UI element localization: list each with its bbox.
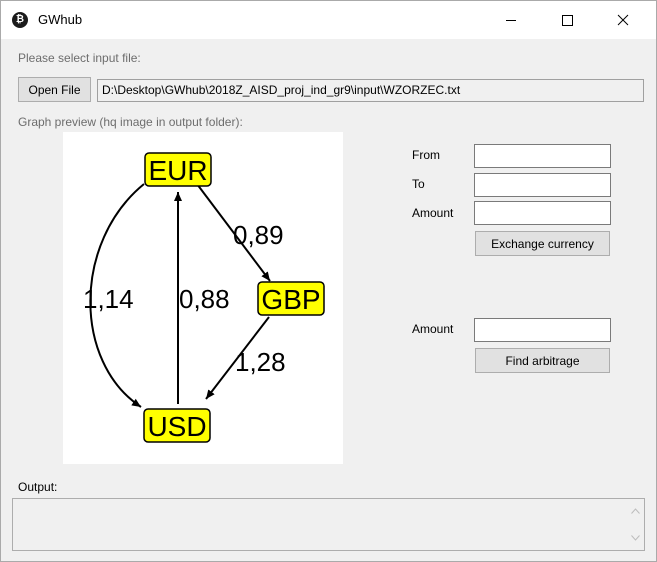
edge-label-usd-eur: 0,88 (179, 284, 230, 314)
output-label: Output: (18, 480, 58, 494)
maximize-button[interactable] (544, 1, 590, 39)
exchange-amount-label: Amount (412, 206, 454, 220)
close-button[interactable] (600, 1, 646, 39)
exchange-currency-button[interactable]: Exchange currency (475, 231, 610, 256)
node-usd-label: USD (147, 411, 206, 442)
window-title: GWhub (38, 12, 83, 27)
chevron-down-icon[interactable] (631, 535, 640, 541)
arbitrage-amount-label: Amount (412, 322, 454, 336)
minimize-button[interactable] (488, 1, 534, 39)
to-field[interactable] (474, 173, 611, 197)
edge-label-eur-usd: 1,14 (83, 284, 134, 314)
node-gbp-label: GBP (261, 284, 320, 315)
exchange-amount-field[interactable] (474, 201, 611, 225)
file-path-field: D:\Desktop\GWhub\2018Z_AISD_proj_ind_gr9… (97, 79, 644, 102)
select-file-label: Please select input file: (18, 51, 141, 65)
from-field[interactable] (474, 144, 611, 168)
graph-preview-label: Graph preview (hq image in output folder… (18, 115, 243, 129)
bitcoin-icon: ₿ (12, 12, 28, 28)
open-file-button[interactable]: Open File (18, 77, 91, 102)
main-window: ₿ GWhub Please select input file: Open F… (0, 0, 657, 562)
edge-label-eur-gbp: 0,89 (233, 220, 284, 250)
title-bar[interactable]: ₿ GWhub (1, 1, 656, 39)
find-arbitrage-button[interactable]: Find arbitrage (475, 348, 610, 373)
graph-preview: EUR GBP USD 0,89 1,14 0,88 1,28 (63, 132, 343, 464)
arbitrage-amount-field[interactable] (474, 318, 611, 342)
close-icon (617, 14, 629, 26)
minimize-icon (506, 20, 516, 21)
from-label: From (412, 148, 440, 162)
output-scrollbar[interactable] (627, 499, 644, 550)
node-eur-label: EUR (148, 155, 207, 186)
edge-label-gbp-usd: 1,28 (235, 347, 286, 377)
maximize-icon (562, 15, 573, 26)
chevron-up-icon[interactable] (631, 508, 640, 514)
to-label: To (412, 177, 425, 191)
output-textbox[interactable] (12, 498, 645, 551)
